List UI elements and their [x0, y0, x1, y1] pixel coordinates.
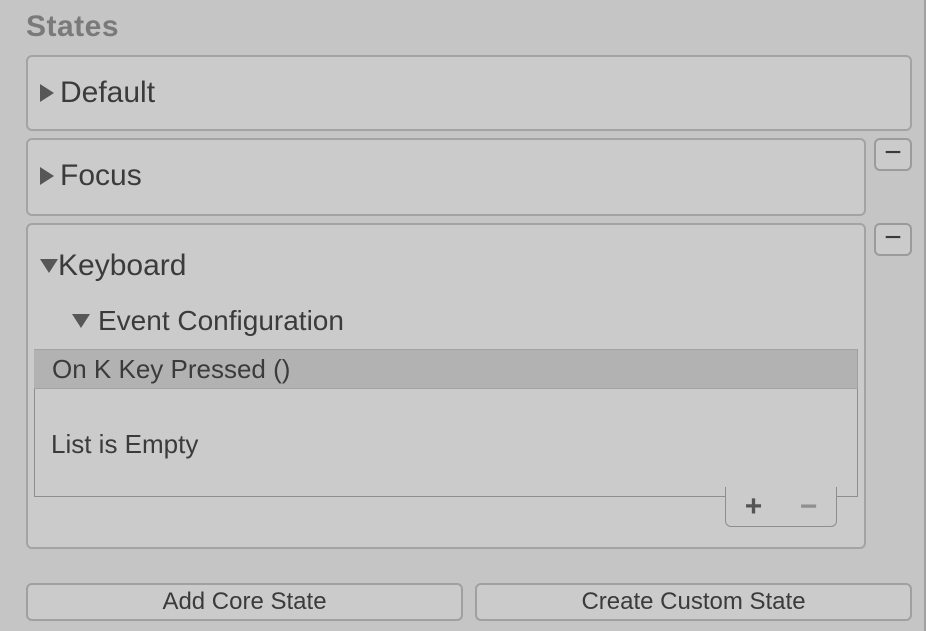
bottom-button-row: Add Core State Create Custom State — [26, 583, 912, 621]
event-list-body: List is Empty — [34, 389, 858, 497]
state-default[interactable]: Default — [26, 55, 912, 131]
remove-focus-state-button[interactable]: − — [874, 138, 912, 171]
states-panel: States Default Focus − Keyboard Event Co… — [0, 0, 926, 631]
create-custom-state-button[interactable]: Create Custom State — [475, 583, 912, 621]
event-configuration-label: Event Configuration — [98, 305, 344, 337]
minus-icon: − — [800, 492, 818, 522]
state-focus-title: Focus — [60, 159, 142, 193]
event-configuration-foldout[interactable]: Event Configuration — [28, 305, 864, 337]
state-default-title: Default — [60, 76, 155, 110]
state-focus[interactable]: Focus — [26, 138, 866, 216]
state-default-header[interactable]: Default — [28, 57, 910, 129]
foldout-arrow-icon[interactable] — [40, 259, 58, 273]
foldout-arrow-icon[interactable] — [40, 167, 54, 185]
state-focus-header[interactable]: Focus — [28, 140, 864, 212]
minus-icon: − — [884, 138, 902, 168]
section-title: States — [26, 10, 119, 44]
event-name: On K Key Pressed () — [52, 354, 290, 385]
state-keyboard: Keyboard Event Configuration On K Key Pr… — [26, 223, 866, 549]
remove-keyboard-state-button[interactable]: − — [874, 223, 912, 256]
add-core-state-button[interactable]: Add Core State — [26, 583, 463, 621]
event-header: On K Key Pressed () — [34, 349, 858, 389]
plus-icon: + — [745, 492, 763, 522]
event-list-footer: + − — [725, 487, 837, 527]
state-keyboard-header[interactable]: Keyboard — [28, 225, 864, 283]
add-event-button[interactable]: + — [726, 487, 781, 526]
event-list-empty-text: List is Empty — [51, 429, 198, 460]
foldout-arrow-icon[interactable] — [40, 84, 54, 102]
state-keyboard-title: Keyboard — [58, 249, 186, 283]
foldout-arrow-icon[interactable] — [72, 314, 90, 328]
remove-event-button[interactable]: − — [781, 487, 836, 526]
minus-icon: − — [884, 223, 902, 253]
